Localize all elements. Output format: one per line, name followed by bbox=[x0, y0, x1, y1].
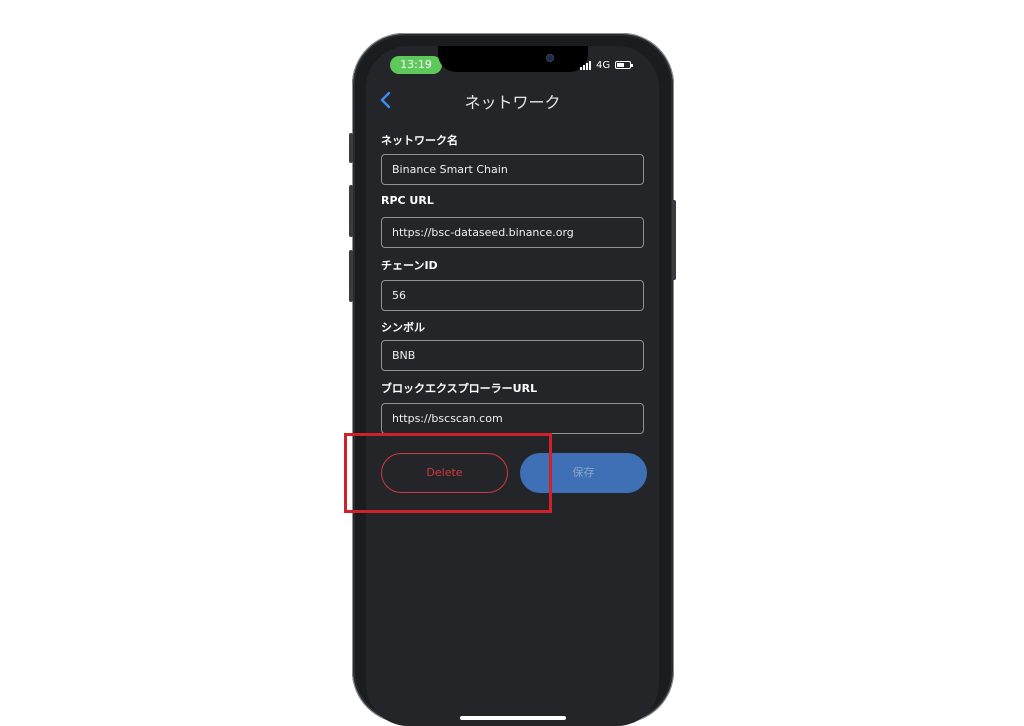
network-name-label: ネットワーク名 bbox=[381, 134, 458, 147]
phone-volume-down bbox=[349, 250, 353, 302]
phone-volume-up bbox=[349, 185, 353, 237]
highlight-box bbox=[344, 433, 552, 513]
block-explorer-url-input[interactable]: https://bscscan.com bbox=[381, 403, 644, 434]
status-time: 13:19 bbox=[390, 56, 442, 74]
network-type: 4G bbox=[596, 59, 611, 71]
status-indicators: 4G bbox=[580, 58, 634, 72]
signal-bars-icon bbox=[580, 60, 591, 70]
block-explorer-url-label: ブロックエクスプローラーURL bbox=[381, 382, 538, 395]
rpc-url-label: RPC URL bbox=[381, 194, 434, 207]
phone-power-button bbox=[672, 200, 676, 280]
page-title: ネットワーク bbox=[464, 93, 561, 112]
battery-icon bbox=[615, 61, 634, 69]
rpc-url-input[interactable]: https://bsc-dataseed.binance.org bbox=[381, 217, 644, 248]
phone-mute-switch bbox=[349, 133, 353, 163]
home-indicator bbox=[460, 716, 566, 720]
camera-icon bbox=[546, 54, 554, 62]
network-name-input[interactable]: Binance Smart Chain bbox=[381, 154, 644, 185]
nav-bar: ネットワーク bbox=[366, 86, 659, 114]
app-screen: 13:19 4G ネットワーク ネットワーク名 Binance Smart Ch… bbox=[366, 46, 659, 726]
symbol-label: シンボル bbox=[381, 321, 425, 334]
phone-notch bbox=[438, 46, 588, 72]
chain-id-input[interactable]: 56 bbox=[381, 280, 644, 311]
symbol-input[interactable]: BNB bbox=[381, 340, 644, 371]
chain-id-label: チェーンID bbox=[381, 259, 438, 272]
